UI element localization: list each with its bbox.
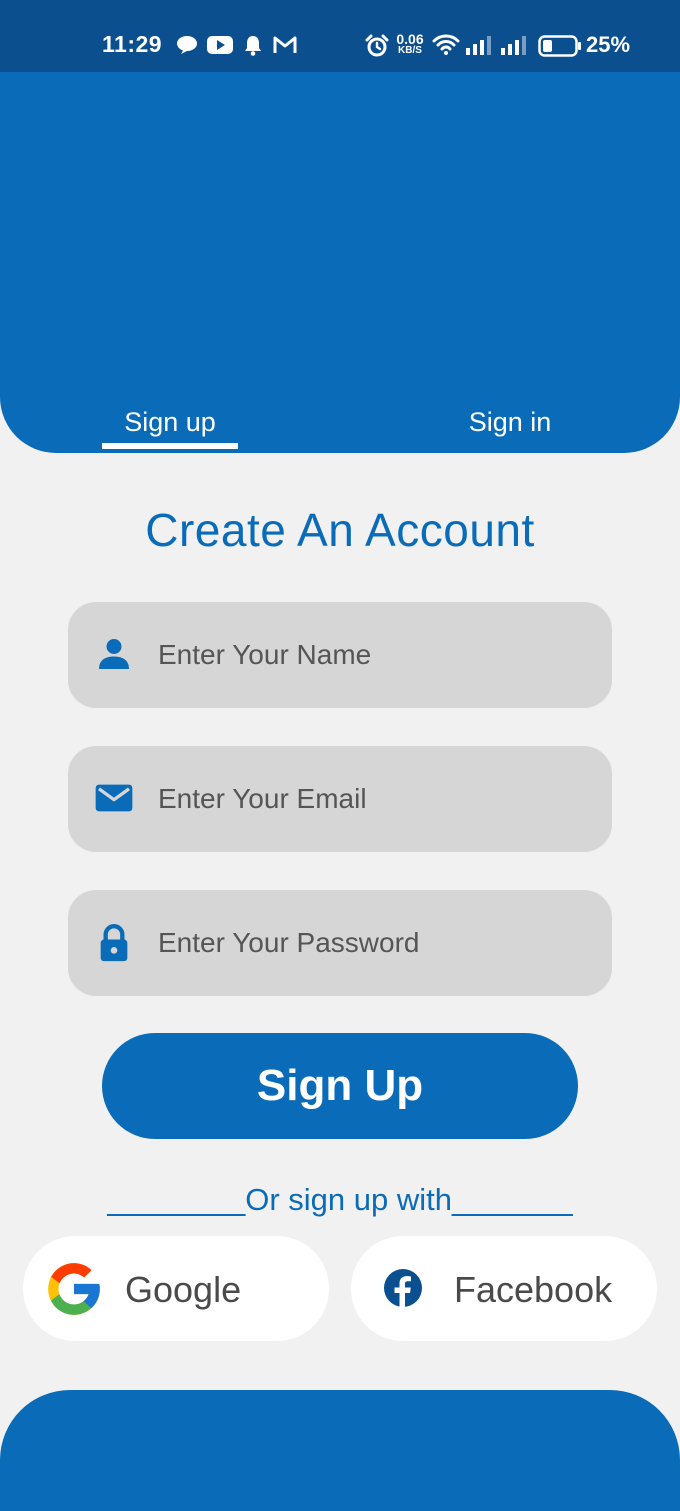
social-divider-text: ________Or sign up with_______ [107, 1182, 573, 1217]
password-field[interactable] [68, 890, 612, 996]
footer-banner [0, 1390, 680, 1511]
email-field[interactable] [68, 746, 612, 852]
wifi-icon [432, 34, 460, 55]
google-icon [48, 1263, 100, 1315]
google-label: Google [125, 1269, 242, 1310]
name-field[interactable] [68, 602, 612, 708]
signup-screen: 11:29 0.06 KB/S 25% Sign up Sign in Crea… [0, 0, 680, 1511]
tab-sign-in[interactable]: Sign in [452, 407, 568, 438]
facebook-sign-up-button[interactable]: Facebook [351, 1236, 657, 1341]
tab-sign-up[interactable]: Sign up [102, 407, 238, 438]
network-speed-value: 0.06 [396, 31, 424, 47]
network-speed: 0.06 KB/S [392, 32, 428, 56]
status-bar: 11:29 0.06 KB/S 25% [0, 0, 680, 72]
facebook-icon [384, 1269, 422, 1308]
status-time: 11:29 [102, 31, 163, 57]
google-sign-up-button[interactable]: Google [23, 1236, 329, 1341]
person-icon [99, 639, 129, 669]
notification-bell-icon [245, 36, 261, 56]
password-input[interactable] [158, 890, 588, 996]
chat-bubble-icon [177, 36, 197, 54]
gmail-icon [273, 36, 297, 53]
active-tab-indicator [102, 443, 238, 449]
mail-icon [95, 784, 133, 812]
alarm-icon [365, 34, 389, 57]
lock-icon [100, 924, 128, 962]
battery-icon [538, 35, 581, 57]
page-title: Create An Account [145, 504, 535, 556]
signal-icon-2 [501, 36, 526, 55]
signal-icon [466, 36, 491, 55]
battery-percent: 25% [586, 32, 631, 57]
sign-up-button[interactable]: Sign Up [102, 1033, 578, 1139]
email-input[interactable] [158, 746, 588, 852]
youtube-icon [207, 36, 233, 54]
network-speed-unit: KB/S [398, 45, 422, 56]
facebook-label: Facebook [454, 1269, 613, 1310]
header-banner: Sign up Sign in [0, 72, 680, 453]
name-input[interactable] [158, 602, 588, 708]
